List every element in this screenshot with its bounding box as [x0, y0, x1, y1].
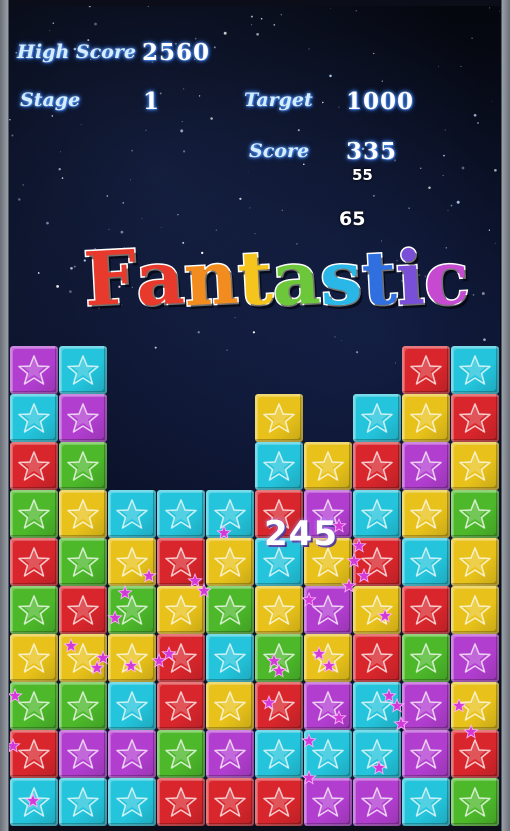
sparkle-star-icon: [463, 723, 479, 739]
sparkle-star-icon: [311, 645, 327, 661]
sparkle-star-icon: [346, 552, 362, 568]
sparkle-star-icon: [123, 657, 139, 673]
sparkle-star-icon: [301, 732, 317, 748]
sparkle-star-icon: [301, 769, 317, 785]
sparkle-effects: [9, 517, 479, 808]
sparkle-star-icon: [95, 649, 111, 665]
sparkle-star-icon: [89, 659, 105, 675]
sparkle-star-icon: [117, 584, 133, 600]
sparkle-star-icon: [331, 517, 347, 533]
sparkle-star-icon: [377, 607, 393, 623]
game-screen[interactable]: High Score 2560 Stage 1 Target 1000 Scor…: [9, 6, 500, 826]
sparkle-star-icon: [321, 657, 337, 673]
sparkle-star-icon: [151, 652, 167, 668]
sparkle-star-icon: [63, 637, 79, 653]
sparkle-star-icon: [9, 737, 21, 753]
sparkle-star-icon: [271, 662, 287, 678]
sparkle-star-icon: [451, 697, 467, 713]
sparkle-star-icon: [356, 567, 372, 583]
sparkle-star-icon: [393, 715, 409, 731]
sparkle-star-icon: [141, 567, 157, 583]
sparkle-star-icon: [161, 645, 177, 661]
sparkle-star-icon: [187, 572, 203, 588]
sparkle-star-icon: [216, 524, 232, 540]
sparkle-star-icon: [301, 591, 317, 607]
sparkle-star-icon: [351, 537, 367, 553]
sparkle-star-icon: [371, 759, 387, 775]
sparkle-star-icon: [107, 609, 123, 625]
sparkle-star-icon: [381, 687, 397, 703]
sparkle-star-icon: [331, 709, 347, 725]
sparkle-star-icon: [25, 792, 41, 808]
sparkle-star-icon: [261, 694, 277, 710]
sparkle-star-icon: [9, 687, 23, 703]
sparkle-star-icon: [341, 577, 357, 593]
